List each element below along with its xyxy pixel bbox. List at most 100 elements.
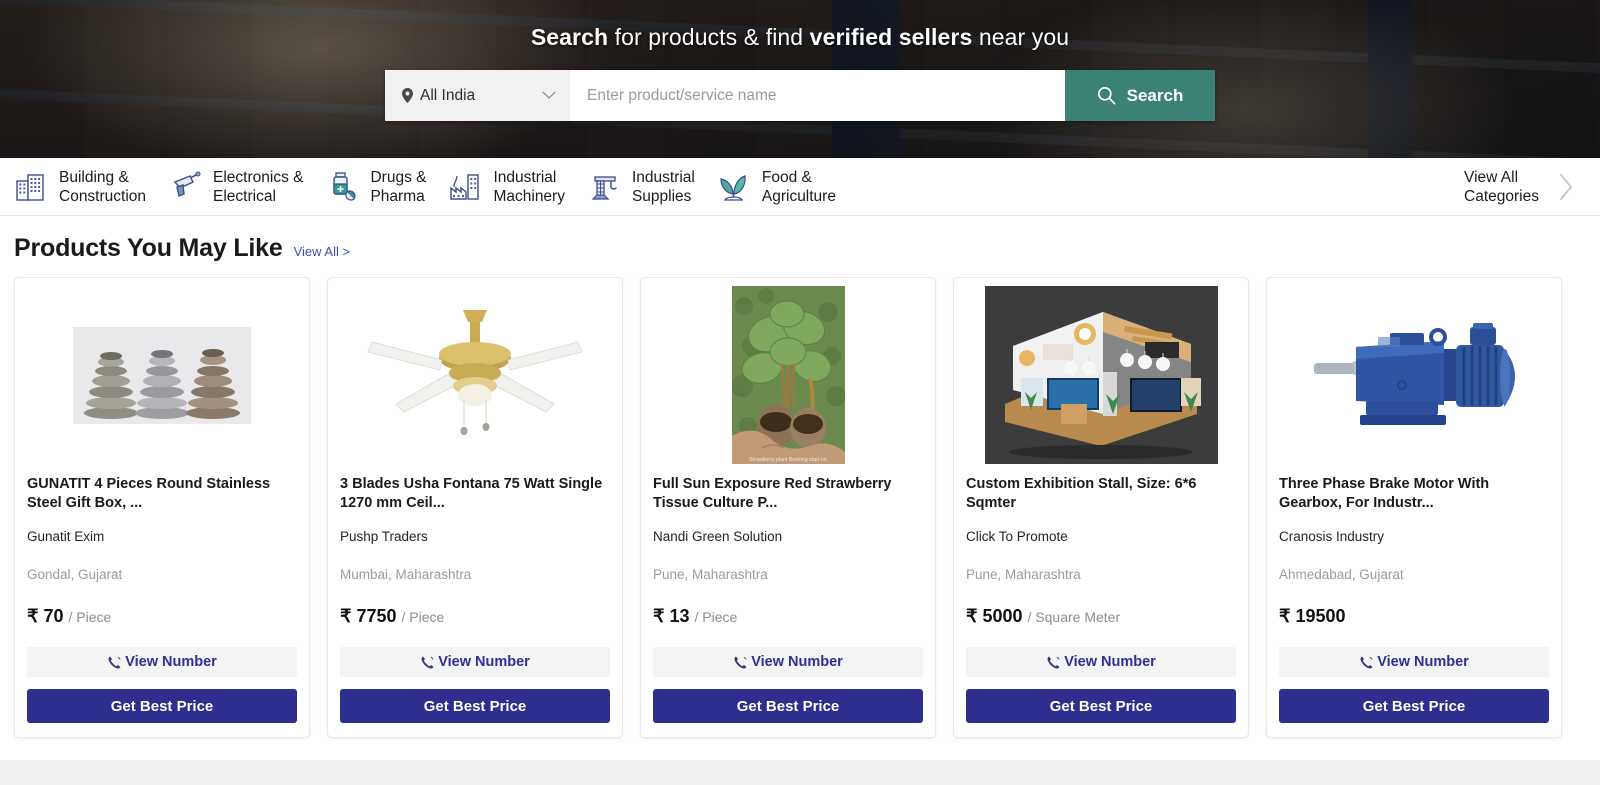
category-nav: Building & Construction Electronics & El… (0, 158, 1600, 216)
crane-icon (591, 175, 617, 200)
search-button-label: Search (1126, 85, 1184, 105)
product-title[interactable]: 3 Blades Usha Fontana 75 Watt Single 127… (340, 475, 610, 512)
product-title[interactable]: Full Sun Exposure Red Strawberry Tissue … (653, 475, 923, 512)
category-label: Food & Agriculture (761, 168, 836, 205)
price-unit: / Piece (401, 609, 445, 625)
product-card[interactable]: Strawberry plant Booking start on Full S… (640, 277, 936, 738)
search-button[interactable]: Search (1065, 70, 1215, 121)
view-all-categories[interactable]: View All Categories (1464, 168, 1600, 206)
building-icon (16, 173, 44, 201)
view-number-button[interactable]: View Number (27, 647, 297, 677)
get-best-price-button[interactable]: Get Best Price (340, 689, 610, 723)
product-location: Ahmedabad, Gujarat (1279, 567, 1404, 582)
product-thumbnail[interactable] (340, 286, 610, 464)
phone-icon (734, 656, 747, 668)
hero-headline-part-2: for products & find (608, 24, 810, 50)
category-label: Industrial Supplies (631, 168, 695, 205)
view-number-button[interactable]: View Number (1279, 647, 1549, 677)
drill-icon (173, 170, 201, 197)
product-location: Pune, Maharashtra (653, 567, 768, 582)
product-card[interactable]: 3 Blades Usha Fontana 75 Watt Single 127… (327, 277, 623, 738)
view-number-button[interactable]: View Number (653, 647, 923, 677)
search-input[interactable] (571, 70, 1065, 121)
product-card[interactable]: Three Phase Brake Motor With Gearbox, Fo… (1266, 277, 1562, 738)
product-seller: Gunatit Exim (27, 529, 105, 544)
price-amount: 7750 (356, 606, 397, 626)
category-label: Building & Construction (59, 168, 147, 205)
hero-headline-part-3: verified sellers (809, 24, 973, 50)
medicine-bottle-icon (333, 171, 357, 201)
factory-icon (450, 173, 480, 200)
price-currency: ₹ (653, 606, 665, 626)
ceiling-fan-photo (350, 300, 600, 450)
get-best-price-button[interactable]: Get Best Price (653, 689, 923, 723)
product-thumbnail[interactable] (1279, 286, 1549, 464)
sprout-icon (720, 174, 746, 201)
category-drugs-pharma[interactable]: Drugs & Pharma (325, 168, 448, 206)
view-number-button[interactable]: View Number (340, 647, 610, 677)
product-location: Mumbai, Maharashtra (340, 567, 472, 582)
product-price: ₹ 70 / Piece (27, 606, 297, 627)
price-amount: 19500 (1295, 606, 1346, 626)
product-card[interactable]: Custom Exhibition Stall, Size: 6*6 Sqmte… (953, 277, 1249, 738)
price-amount: 13 (669, 606, 690, 626)
product-card[interactable]: GUNATIT 4 Pieces Round Stainless Steel G… (14, 277, 310, 738)
strawberry-plant-photo: Strawberry plant Booking start on (731, 286, 845, 464)
product-seller: Click To Promote (966, 529, 1068, 544)
page-title: Products You May Like (14, 234, 283, 262)
products-you-may-like-section: Products You May Like View All > GUNATIT… (0, 216, 1600, 760)
product-price: ₹ 5000 / Square Meter (966, 606, 1236, 627)
product-price: ₹ 7750 / Piece (340, 606, 610, 627)
phone-icon (421, 656, 434, 668)
hero-headline-part-1: Search (530, 24, 609, 50)
price-amount: 70 (43, 606, 64, 626)
hero-headline: Search for products & find verified sell… (531, 24, 1069, 51)
search-bar: All India Search (385, 70, 1215, 121)
product-seller: Nandi Green Solution (653, 529, 783, 544)
chevron-right-icon[interactable] (1557, 172, 1576, 202)
category-industrial-machinery[interactable]: Industrial Machinery (448, 168, 587, 206)
view-number-label: View Number (1064, 654, 1156, 670)
location-value: All India (420, 86, 476, 104)
product-price: ₹ 13 / Piece (653, 606, 923, 627)
category-label: Electronics & Electrical (213, 168, 304, 205)
view-number-label: View Number (1377, 654, 1469, 670)
category-electronics-electrical[interactable]: Electronics & Electrical (168, 168, 325, 206)
category-label: Drugs & Pharma (370, 168, 427, 205)
category-industrial-supplies[interactable]: Industrial Supplies (587, 168, 717, 206)
price-currency: ₹ (1279, 606, 1291, 626)
location-select[interactable]: All India (385, 70, 571, 121)
product-title[interactable]: GUNATIT 4 Pieces Round Stainless Steel G… (27, 475, 297, 512)
view-number-label: View Number (438, 654, 530, 670)
phone-icon (1047, 656, 1060, 668)
view-number-label: View Number (751, 654, 843, 670)
product-card-list: GUNATIT 4 Pieces Round Stainless Steel G… (0, 277, 1600, 760)
product-location: Pune, Maharashtra (966, 567, 1081, 582)
view-number-button[interactable]: View Number (966, 647, 1236, 677)
get-best-price-button[interactable]: Get Best Price (966, 689, 1236, 723)
product-thumbnail[interactable]: Strawberry plant Booking start on (653, 286, 923, 464)
price-amount: 5000 (982, 606, 1023, 626)
price-unit: / Piece (694, 609, 738, 625)
category-food-agriculture[interactable]: Food & Agriculture (717, 168, 858, 206)
section-view-all-link[interactable]: View All > (294, 244, 351, 259)
phone-icon (1360, 656, 1373, 668)
category-building-construction[interactable]: Building & Construction (14, 168, 168, 206)
location-pin-icon (402, 88, 413, 103)
product-thumbnail[interactable] (966, 286, 1236, 464)
product-title[interactable]: Three Phase Brake Motor With Gearbox, Fo… (1279, 475, 1549, 512)
view-all-categories-label: View All Categories (1464, 168, 1539, 205)
product-thumbnail[interactable] (27, 286, 297, 464)
price-currency: ₹ (966, 606, 978, 626)
get-best-price-button[interactable]: Get Best Price (27, 689, 297, 723)
hero-headline-part-4: near you (972, 24, 1070, 50)
price-currency: ₹ (27, 606, 39, 626)
view-number-label: View Number (125, 654, 217, 670)
get-best-price-button[interactable]: Get Best Price (1279, 689, 1549, 723)
chevron-down-icon (542, 91, 556, 99)
phone-icon (108, 656, 121, 668)
price-unit: / Piece (68, 609, 112, 625)
category-label: Industrial Machinery (493, 168, 565, 205)
exhibition-stall-photo (984, 286, 1218, 464)
product-title[interactable]: Custom Exhibition Stall, Size: 6*6 Sqmte… (966, 475, 1236, 512)
